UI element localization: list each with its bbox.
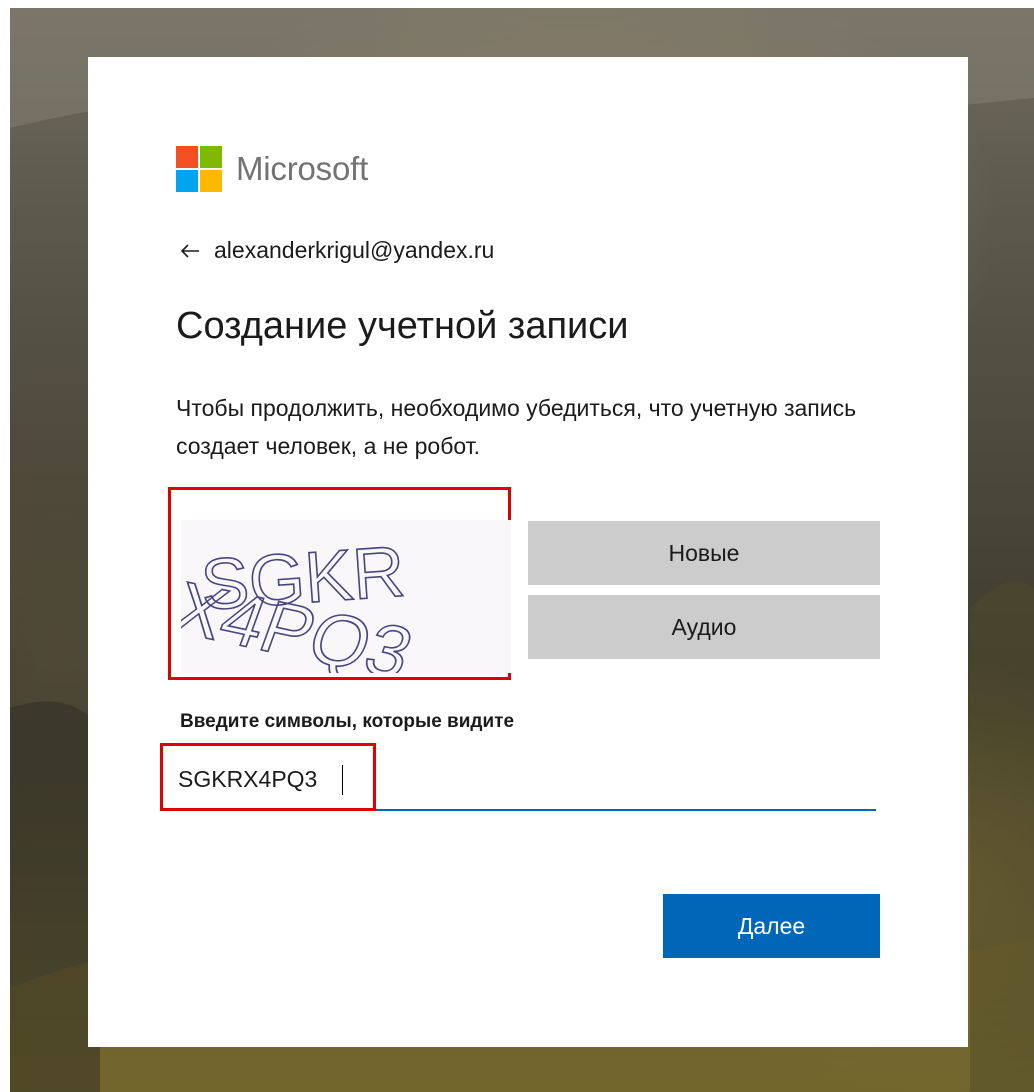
captcha-new-button[interactable]: Новые	[528, 521, 880, 585]
next-button[interactable]: Далее	[663, 894, 880, 958]
page-title: Создание учетной записи	[176, 305, 629, 347]
captcha-audio-button[interactable]: Аудио	[528, 595, 880, 659]
identity-email: alexanderkrigul@yandex.ru	[214, 237, 495, 263]
captcha-image: SGKR X4PQ3	[181, 520, 511, 673]
page-description: Чтобы продолжить, необходимо убедиться, …	[176, 395, 857, 459]
signup-card: Microsoft alexanderkrigul@yandex.ru Созд…	[88, 57, 968, 1047]
captcha-input-label: Введите символы, которые видите	[180, 711, 515, 732]
microsoft-logo: Microsoft	[176, 146, 368, 192]
captcha-input[interactable]	[178, 753, 876, 805]
captcha-input-row	[178, 753, 876, 811]
text-caret	[342, 765, 343, 795]
back-arrow-icon[interactable]	[178, 239, 202, 263]
microsoft-logo-icon	[176, 146, 222, 192]
microsoft-wordmark: Microsoft	[236, 150, 369, 187]
identity-banner[interactable]: alexanderkrigul@yandex.ru	[178, 237, 494, 264]
